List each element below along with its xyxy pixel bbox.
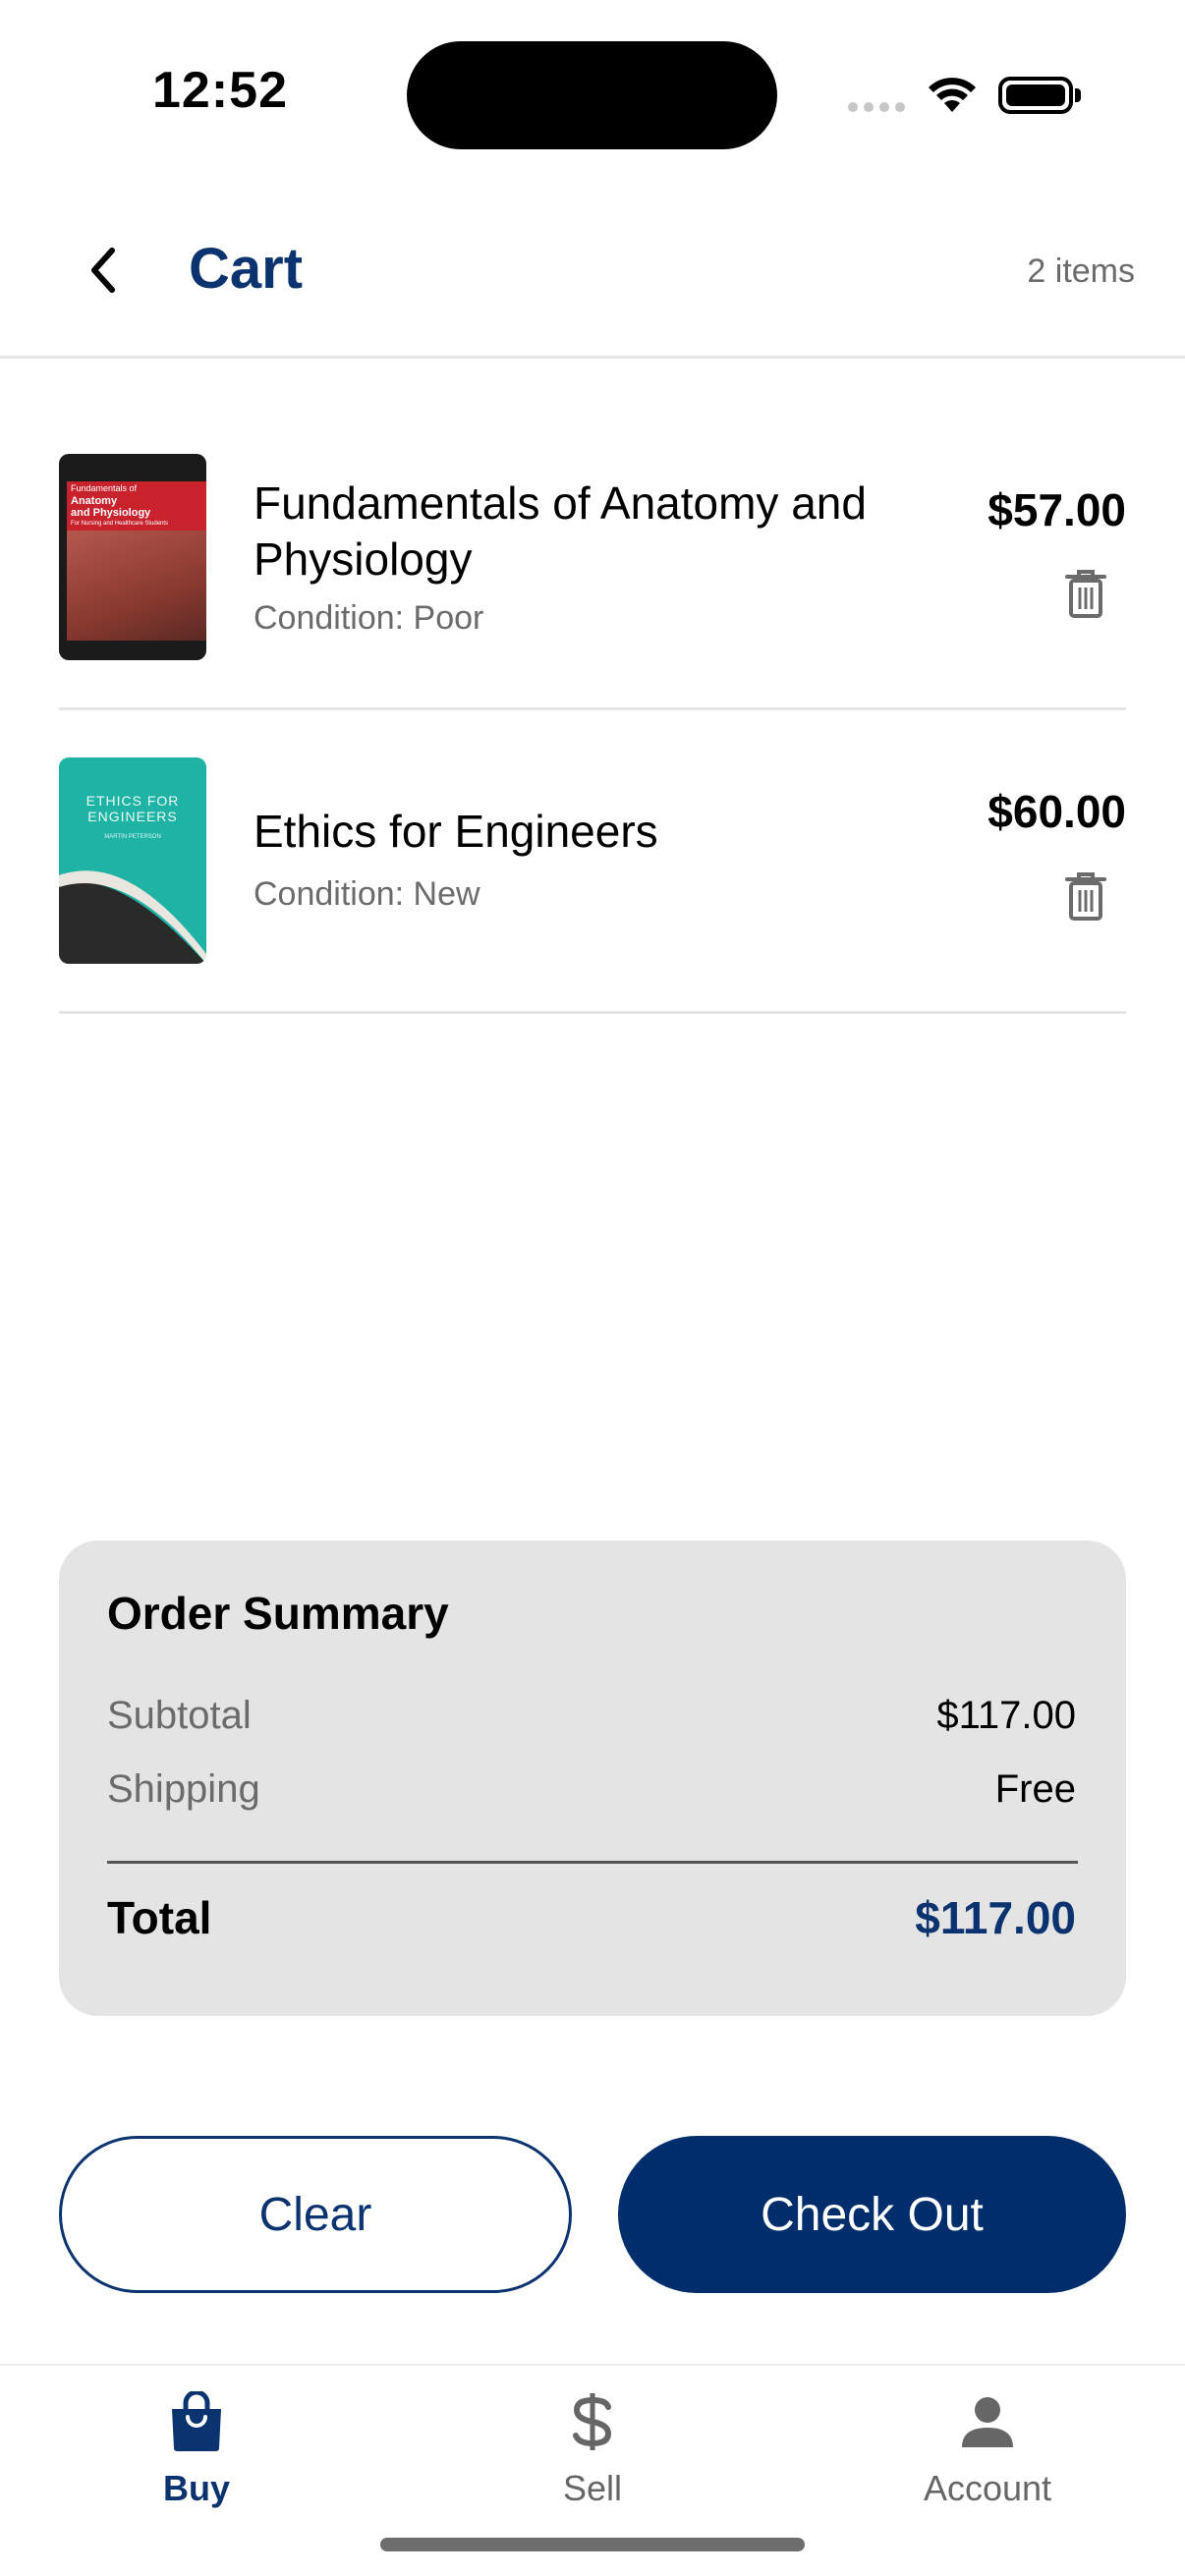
dollar-icon: [573, 2393, 612, 2450]
shopping-bag-icon: [172, 2391, 221, 2451]
total-label: Total: [107, 1892, 212, 1943]
wifi-icon: [929, 78, 976, 112]
cart-item[interactable]: ETHICS FOR ENGINEERS MARTIN PETERSON Eth…: [59, 757, 1126, 1052]
cover-text: MARTIN PETERSON: [104, 834, 161, 840]
tab-buy-label: Buy: [162, 2468, 230, 2508]
tab-buy[interactable]: Buy: [49, 2387, 344, 2535]
tab-account[interactable]: Account: [840, 2387, 1135, 2535]
trash-icon[interactable]: [1063, 870, 1108, 922]
total-value: $117.00: [915, 1892, 1076, 1943]
cover-text: Anatomy: [71, 495, 118, 507]
header-divider: [0, 356, 1185, 359]
cover-text: ETHICS FOR: [85, 793, 180, 809]
cover-text: and Physiology: [71, 507, 151, 519]
home-indicator[interactable]: [380, 2538, 805, 2551]
page-title: Cart: [189, 237, 304, 301]
tab-bar-divider: [0, 2364, 1185, 2366]
book-title: Ethics for Engineers: [254, 806, 658, 857]
book-condition: Condition: Poor: [254, 599, 484, 637]
shipping-label: Shipping: [107, 1767, 260, 1811]
status-time: 12:52: [152, 62, 288, 119]
book-price: $60.00: [988, 786, 1126, 837]
battery-cap: [1075, 88, 1081, 102]
shipping-value: Free: [994, 1767, 1076, 1811]
item-divider: [59, 707, 1126, 710]
book-price: $57.00: [988, 484, 1126, 535]
cart-item-count: 2 items: [1027, 252, 1135, 290]
subtotal-label: Subtotal: [107, 1694, 252, 1737]
tab-account-label: Account: [923, 2468, 1052, 2508]
item-divider: [59, 1011, 1126, 1014]
back-chevron-icon[interactable]: [81, 241, 130, 300]
subtotal-value: $117.00: [936, 1694, 1076, 1737]
battery-icon: [998, 77, 1073, 114]
summary-divider: [107, 1861, 1078, 1864]
check-out-button[interactable]: Check Out: [618, 2136, 1126, 2293]
cover-text: For Nursing and Healthcare Students: [71, 521, 169, 527]
order-summary-title: Order Summary: [107, 1588, 449, 1639]
tab-sell[interactable]: Sell: [445, 2387, 740, 2535]
cover-text: ENGINEERS: [87, 809, 178, 824]
trash-icon[interactable]: [1063, 568, 1108, 619]
cart-item[interactable]: Fundamentals of Anatomy and Physiology F…: [59, 454, 1126, 749]
tab-sell-label: Sell: [562, 2468, 623, 2508]
book-cover-image: Fundamentals of Anatomy and Physiology F…: [59, 454, 206, 660]
dynamic-island: [407, 41, 777, 149]
clear-button[interactable]: Clear: [59, 2136, 572, 2293]
book-condition: Condition: New: [254, 875, 480, 913]
book-title: Fundamentals of Anatomy and Physiology: [254, 477, 867, 585]
person-icon: [962, 2397, 1013, 2447]
cover-text: Fundamentals of: [71, 483, 138, 493]
book-cover-image: ETHICS FOR ENGINEERS MARTIN PETERSON: [59, 757, 206, 964]
cellular-signal-icon: [848, 102, 905, 112]
